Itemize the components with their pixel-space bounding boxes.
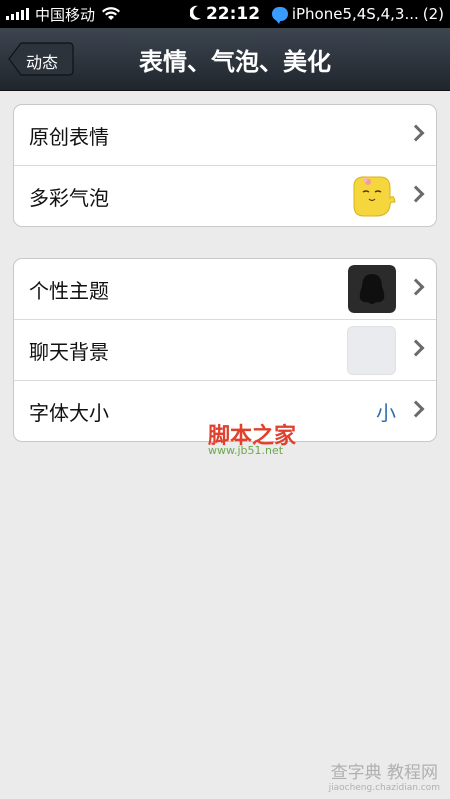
chat-bubble-icon (271, 7, 288, 24)
footer-watermark: 查字典 教程网 jiaocheng.chazidian.com (329, 758, 440, 793)
status-left: 中国移动 (0, 4, 121, 25)
clock-time: 22:12 (205, 4, 261, 24)
chevron-right-icon (407, 400, 425, 418)
footer-watermark-title: 查字典 教程网 (330, 763, 438, 783)
signal-bars-icon (6, 8, 29, 20)
carrier-name: 中国移动 (35, 5, 96, 24)
watermark-url: www.jb51.net (208, 444, 284, 457)
row-label: 个性主题 (29, 279, 109, 303)
notification-count: (2) (422, 5, 444, 23)
status-bar: 中国移动 22:12 iPhone5,4S,4,3... (2) (0, 0, 450, 28)
chevron-right-icon (407, 339, 425, 357)
wifi-icon (102, 6, 121, 20)
row-label: 字体大小 (29, 401, 109, 425)
footer-watermark-url: jiaocheng.chazidian.com (328, 783, 440, 793)
row-theme[interactable]: 个性主题 (14, 259, 436, 320)
qq-penguin-theme-icon (348, 265, 396, 313)
row-label: 聊天背景 (29, 340, 109, 364)
page-title: 表情、气泡、美化 (139, 48, 331, 76)
font-size-value: 小 (376, 401, 396, 425)
settings-group-personalize: 个性主题 聊天背景 字体大小 小 (13, 258, 437, 442)
moon-icon (189, 5, 201, 20)
chevron-right-icon (407, 124, 425, 142)
settings-group-stickers-bubbles: 原创表情 多彩气泡 (13, 104, 437, 227)
chevron-right-icon (407, 185, 425, 203)
bubble-thumbnail-icon (353, 176, 396, 217)
row-label: 多彩气泡 (29, 186, 109, 210)
row-chat-background[interactable]: 聊天背景 (14, 320, 436, 381)
row-colorful-bubbles[interactable]: 多彩气泡 (14, 166, 436, 226)
background-thumbnail (347, 326, 396, 375)
row-original-stickers[interactable]: 原创表情 (14, 105, 436, 166)
chevron-right-icon (407, 278, 425, 296)
status-right: iPhone5,4S,4,3... (2) (271, 5, 444, 24)
site-watermark: 脚本之家 www.jb51.net (208, 418, 338, 460)
row-label: 原创表情 (29, 125, 109, 149)
navigation-bar: 动态 表情、气泡、美化 (0, 28, 450, 91)
notification-label: iPhone5,4S,4,3... (291, 5, 419, 23)
